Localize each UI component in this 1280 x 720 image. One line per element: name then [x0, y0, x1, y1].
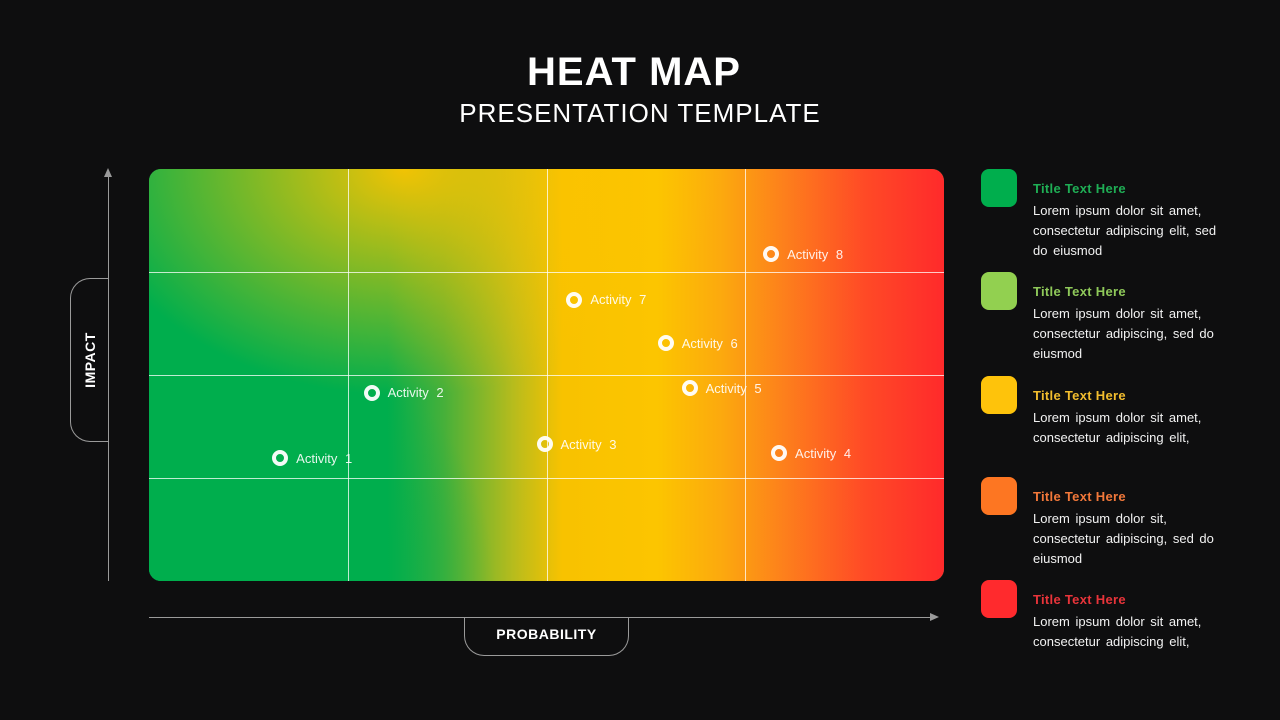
legend-swatch-orange [981, 477, 1017, 515]
activity-point[interactable]: Activity 5 [681, 380, 762, 397]
activity-label: Activity 3 [560, 436, 617, 452]
activity-marker-ring-icon [763, 246, 780, 263]
legend-title: Title Text Here [1033, 388, 1126, 403]
legend-text: Lorem ipsum dolor sit, consectetur adipi… [1033, 511, 1214, 566]
activity-point[interactable]: Activity 3 [536, 436, 617, 452]
activity-points: Activity 1 Activity 2 Activity 3 Activity 4… [149, 169, 944, 581]
legend-swatch-yellow [981, 376, 1017, 414]
legend-title: Title Text Here [1033, 489, 1126, 504]
activity-point[interactable]: Activity 4 [771, 445, 852, 462]
activity-point[interactable]: Activity 8 [763, 246, 844, 263]
legend-swatch-light-green [981, 272, 1017, 310]
legend-swatch-red [981, 580, 1017, 618]
activity-label: Activity 8 [787, 246, 844, 262]
legend-title: Title Text Here [1033, 592, 1126, 607]
legend-title: Title Text Here [1033, 284, 1126, 299]
activity-label: Activity 6 [681, 335, 738, 351]
activity-label: Activity 7 [590, 292, 647, 308]
page-subtitle: PRESENTATION TEMPLATE [459, 98, 821, 128]
legend-text: Lorem ipsum dolor sit amet, consectetur … [1033, 614, 1202, 649]
x-axis-arrow-icon [930, 613, 939, 621]
activity-marker-ring-icon [566, 291, 583, 308]
activity-marker-ring-icon [681, 380, 698, 397]
activity-point[interactable]: Activity 7 [566, 291, 647, 308]
activity-point[interactable]: Activity 2 [363, 384, 444, 401]
activity-label: Activity 5 [705, 380, 762, 396]
heatmap-plot: Activity 1 Activity 2 Activity 3 Activity 4… [149, 169, 944, 581]
y-axis-label: IMPACT [82, 332, 98, 388]
activity-point[interactable]: Activity 6 [657, 335, 738, 352]
activity-marker-ring-icon [771, 445, 788, 462]
activity-marker-ring-icon [363, 384, 380, 401]
activity-label: Activity 4 [795, 445, 852, 461]
page-title: HEAT MAP [527, 50, 741, 94]
activity-marker-ring-icon [657, 335, 674, 352]
y-axis-arrow-icon [104, 168, 112, 177]
legend-swatch-dark-green [981, 169, 1017, 207]
legend-title: Title Text Here [1033, 181, 1126, 196]
activity-point[interactable]: Activity 1 [272, 450, 353, 467]
x-axis-label: PROBABILITY [496, 626, 597, 642]
activity-label: Activity 2 [387, 385, 444, 400]
legend-text: Lorem ipsum dolor sit amet, consectetur … [1033, 410, 1202, 445]
legend-text: Lorem ipsum dolor sit amet, consectetur … [1033, 306, 1214, 361]
activity-marker-ring-icon [536, 436, 553, 452]
activity-label: Activity 1 [296, 450, 353, 466]
activity-marker-ring-icon [272, 450, 289, 467]
legend-text: Lorem ipsum dolor sit amet, consectetur … [1033, 203, 1217, 258]
